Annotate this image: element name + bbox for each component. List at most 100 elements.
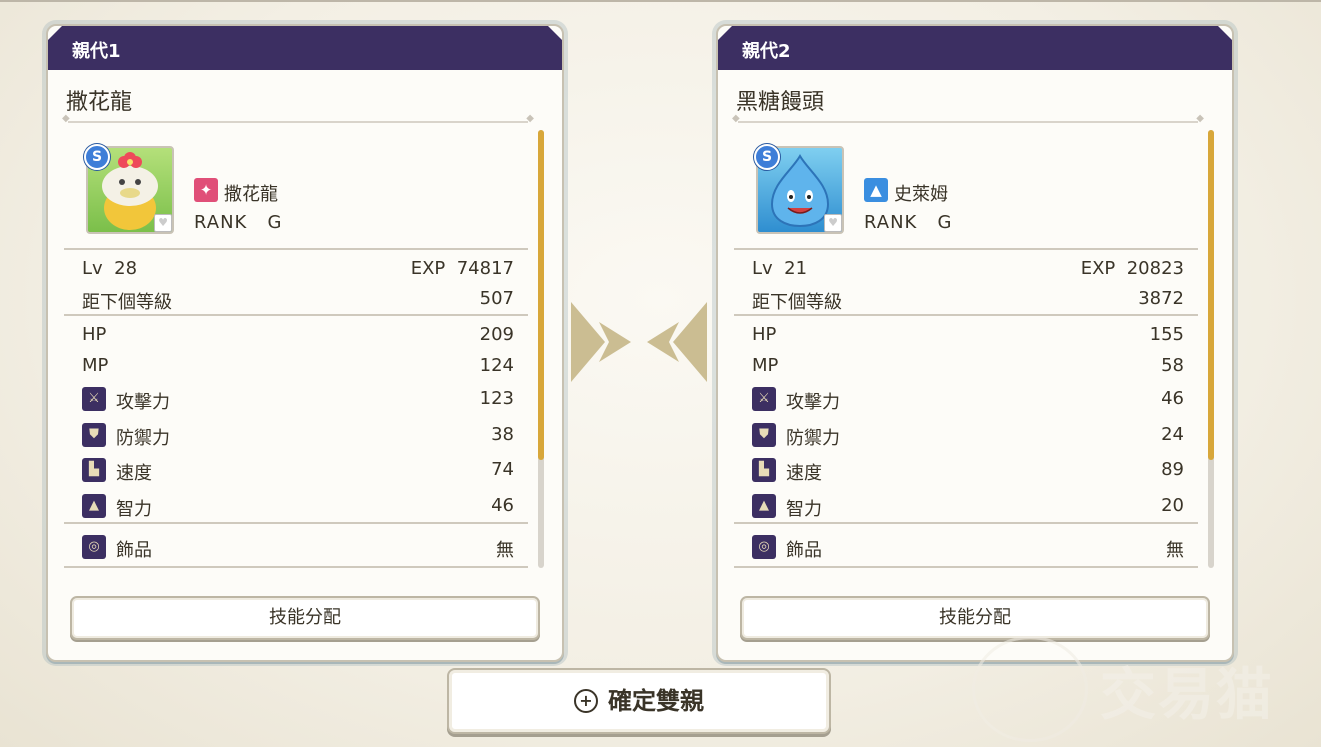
rank-value: G [937,212,953,233]
atk-value: 123 [479,388,514,409]
mortarboard-icon: ▲ [82,494,106,518]
slime-drop-icon: ▲ [864,178,888,202]
watermark: 交易猫 [972,636,1312,742]
favorite-heart-icon[interactable]: ♥ [824,214,842,232]
species-name: 撒花龍 [224,184,278,205]
next-label: 距下個等級 [82,292,172,313]
hp-label: HP [752,324,777,345]
divider [64,314,528,316]
mp-label: MP [752,355,779,376]
scrollbar-thumb[interactable] [538,130,544,460]
next-level-row: 距下個等級 507 [82,288,514,314]
boot-icon: ▙ [82,458,106,482]
panel-header: 親代1 [48,26,562,70]
exp-value: 74817 [456,258,514,279]
speed-row: ▙ 速度 74 [82,458,514,485]
attack-row: ⚔ 攻擊力 123 [82,387,514,414]
attack-row: ⚔ 攻擊力 46 [752,387,1184,414]
sword-icon: ⚔ [82,387,106,411]
spd-value: 89 [1161,459,1184,480]
mp-value: 124 [479,355,514,376]
monster-name: 黑糖饅頭 [736,90,825,115]
lv-value: 28 [114,258,138,279]
divider [64,522,528,524]
def-label: 防禦力 [786,428,840,449]
divider [64,566,528,568]
hp-row: HP 209 [82,324,514,350]
top-divider [0,0,1321,2]
accessory-label: 飾品 [786,540,822,561]
atk-label: 攻擊力 [116,392,170,413]
level-row: Lv 21 EXP 20823 [752,258,1184,284]
atk-value: 46 [1161,388,1184,409]
favorite-heart-icon[interactable]: ♥ [154,214,172,232]
int-label: 智力 [116,499,152,520]
exp-value: 20823 [1126,258,1184,279]
scrollbar[interactable] [538,130,544,568]
s-badge: S [84,144,110,170]
spd-label: 速度 [786,463,822,484]
divider [734,314,1198,316]
lv-label: Lv [82,258,103,279]
ornament-divider [62,113,534,124]
confirm-parents-button[interactable]: + 確定雙親 [447,668,831,734]
watermark-text: 交易猫 [1100,663,1274,728]
panel-title: 親代2 [742,41,791,62]
scrollbar[interactable] [1208,130,1214,568]
hp-row: HP 155 [752,324,1184,350]
next-value: 507 [479,288,514,309]
defense-row: ⛊ 防禦力 38 [82,423,514,450]
next-level-row: 距下個等級 3872 [752,288,1184,314]
rank-label: RANK [864,212,918,233]
mp-row: MP 124 [82,355,514,381]
mp-label: MP [82,355,109,376]
cat-logo-icon [972,636,1088,742]
parent-panel-2: 親代2 黑糖饅頭 S ♥ ▲ 史萊姆 RANK G Lv 21 EXP 2082… [716,24,1234,662]
skill-allocation-button[interactable]: 技能分配 [70,596,540,640]
rank-line: RANK G [864,212,952,233]
panel-title: 親代1 [72,41,121,62]
accessory-value: 無 [1166,540,1184,561]
scrollbar-thumb[interactable] [1208,130,1214,460]
hp-label: HP [82,324,107,345]
accessory-label: 飾品 [116,540,152,561]
shield-icon: ⛊ [752,423,776,447]
mp-value: 58 [1161,355,1184,376]
hp-value: 209 [479,324,514,345]
boot-icon: ▙ [752,458,776,482]
next-value: 3872 [1138,288,1184,309]
shield-icon: ⛊ [82,423,106,447]
spd-label: 速度 [116,463,152,484]
mortarboard-icon: ▲ [752,494,776,518]
panel-header: 親代2 [718,26,1232,70]
divider [734,248,1198,250]
lv-label: Lv [752,258,773,279]
sword-icon: ⚔ [752,387,776,411]
accessory-value: 無 [496,540,514,561]
accessory-row[interactable]: ◎ 飾品 無 [752,535,1184,562]
spd-value: 74 [491,459,514,480]
def-label: 防禦力 [116,428,170,449]
merge-arrows-icon [571,302,707,382]
mp-row: MP 58 [752,355,1184,381]
divider [734,522,1198,524]
rank-label: RANK [194,212,248,233]
rank-line: RANK G [194,212,282,233]
ring-icon: ◎ [82,535,106,559]
monster-name: 撒花龍 [66,90,133,115]
atk-label: 攻擊力 [786,392,840,413]
next-label: 距下個等級 [752,292,842,313]
skill-allocation-button[interactable]: 技能分配 [740,596,1210,640]
confirm-label: 確定雙親 [608,687,704,715]
int-value: 46 [491,495,514,516]
intelligence-row: ▲ 智力 46 [82,494,514,521]
defense-row: ⛊ 防禦力 24 [752,423,1184,450]
intelligence-row: ▲ 智力 20 [752,494,1184,521]
rank-value: G [267,212,283,233]
species-name: 史萊姆 [894,184,948,205]
accessory-row[interactable]: ◎ 飾品 無 [82,535,514,562]
plus-circle-icon: + [574,689,598,713]
def-value: 24 [1161,424,1184,445]
ring-icon: ◎ [752,535,776,559]
lv-value: 21 [784,258,808,279]
